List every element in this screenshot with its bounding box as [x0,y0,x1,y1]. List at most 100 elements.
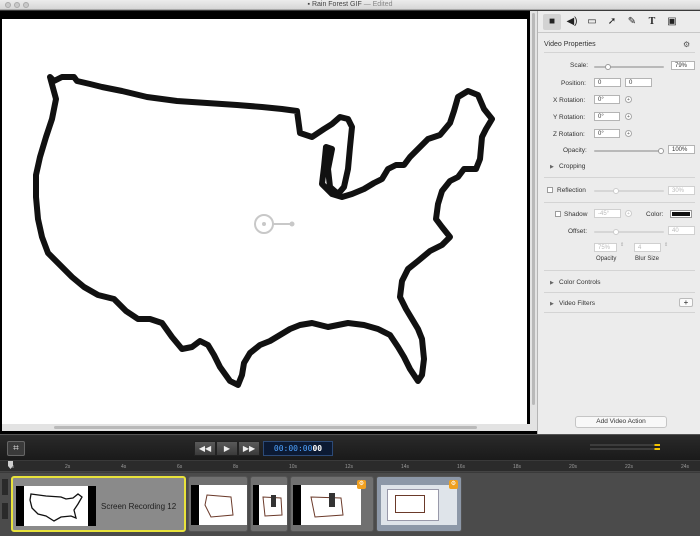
clip-screen-recording[interactable]: Screen Recording 12 [11,476,186,532]
shadow-opacity-stepper-icon[interactable]: ⇕ [620,242,624,248]
offset-slider-knob[interactable] [613,229,619,235]
media-tab-icon[interactable]: ▣ [663,14,681,30]
video-canvas[interactable] [2,19,527,424]
opacity-slider-knob[interactable] [658,148,664,154]
y-rotation-stepper[interactable]: + [625,113,632,120]
ruler-tick: 16s [457,464,466,470]
scale-slider-knob[interactable] [605,64,611,70]
cropping-disclosure-icon[interactable]: ▶ [550,164,554,170]
transport-bar: ⌗ ◀◀ ▶ ▶▶ 00:00:0000 [0,434,700,460]
window-title: ▪ Rain Forest GIF — Edited [0,1,700,8]
clip-5[interactable]: ⚙ [376,476,462,532]
canvas-area [0,11,537,434]
reflection-checkbox[interactable] [547,187,553,193]
color-controls-disclosure-icon[interactable]: ▶ [550,280,554,286]
ruler-tick: 10s [289,464,298,470]
position-label: Position: [561,80,586,87]
timeline-ruler[interactable]: 0s2s4s6s8s10s12s14s16s18s20s22s24s [0,461,700,472]
ruler-tick: 22s [625,464,634,470]
ruler-tick: 8s [233,464,239,470]
x-rotation-field[interactable]: 0° [594,95,620,104]
shadow-opacity-field[interactable]: 75% [594,243,617,252]
track-lock-icon[interactable] [2,479,8,495]
reflection-label: Reflection [557,187,586,194]
cropping-label[interactable]: Cropping [559,163,585,170]
video-filters-disclosure-icon[interactable]: ▶ [550,301,554,307]
clip-label: Screen Recording 12 [101,502,177,511]
gear-icon[interactable]: ⚙ [683,40,690,49]
offset-slider[interactable] [594,231,664,233]
clip-3-thumbnail [253,485,287,525]
z-rotation-stepper[interactable]: + [625,130,632,137]
position-y-field[interactable]: 0 [625,78,652,87]
clip-3[interactable] [250,476,288,532]
y-rotation-field[interactable]: 0° [594,112,620,121]
reflection-slider[interactable] [594,190,664,192]
position-x-field[interactable]: 0 [594,78,621,87]
ruler-tick: 12s [345,464,354,470]
add-video-action-button[interactable]: Add Video Action [575,416,667,428]
canvas-vertical-scrollbar[interactable] [530,11,537,431]
opacity-label: Opacity: [563,147,587,154]
reflection-field[interactable]: 30% [668,186,695,195]
timeline-track: Screen Recording 12 ⚙ ⚙ [0,473,700,536]
transition-badge-2-icon: ⚙ [449,480,458,489]
usa-map-drawing [33,74,495,388]
shadow-blur-caption: Blur Size [635,256,660,262]
rewind-button[interactable]: ◀◀ [194,441,216,456]
clip-5-thumbnail [381,485,457,525]
text-tab-icon[interactable]: T [643,14,661,30]
ruler-tick: 20s [569,464,578,470]
shadow-color-label: Color: [646,211,664,218]
horizontal-scroll-thumb[interactable] [54,426,477,429]
shadow-color-well[interactable] [670,210,692,218]
ruler-tick: 2s [65,464,71,470]
screen-tab-icon[interactable]: ▭ [583,14,601,30]
clip-4-thumbnail [293,485,361,525]
audio-tab-icon[interactable]: ◀) [563,14,581,30]
y-rotation-label: Y Rotation: [553,114,586,121]
track-visibility-icon[interactable] [2,503,8,519]
z-rotation-label: Z Rotation: [553,131,585,138]
shadow-label: Shadow [564,211,588,218]
z-rotation-field[interactable]: 0° [594,129,620,138]
timecode-main: 00:00:00 [273,444,313,453]
shadow-angle-field[interactable]: -45° [594,209,621,218]
opacity-slider[interactable] [594,150,664,152]
add-filter-button[interactable]: + [679,298,693,307]
shadow-angle-stepper[interactable]: + [625,210,632,217]
scale-field[interactable]: 79% [671,61,695,70]
playhead-icon[interactable] [8,461,13,471]
shadow-checkbox[interactable] [555,211,561,217]
clip-2-thumbnail [191,485,247,525]
ruler-tick: 18s [513,464,522,470]
vertical-scroll-thumb[interactable] [532,13,535,405]
ruler-tick: 24s [681,464,690,470]
video-filters-label[interactable]: Video Filters [559,300,595,307]
ruler-tick: 6s [177,464,183,470]
video-properties-tab-icon[interactable]: ■ [543,13,561,30]
crop-icon[interactable]: ⌗ [7,441,25,456]
reflection-slider-knob[interactable] [613,188,619,194]
clip-thumbnail [16,486,96,526]
cursor-tab-icon[interactable]: ➚ [603,14,621,30]
clip-4[interactable]: ⚙ [290,476,374,532]
shadow-opacity-caption: Opacity [596,256,617,262]
clip-2[interactable] [188,476,248,532]
timecode-frames: 00 [312,444,323,453]
offset-field[interactable]: 40 [668,226,695,235]
transition-badge-icon: ⚙ [357,480,366,489]
scale-label: Scale: [570,62,589,69]
shadow-blur-field[interactable]: 4 [634,243,661,252]
play-button[interactable]: ▶ [216,441,238,456]
audio-level-meter [590,444,660,453]
ruler-tick: 14s [401,464,410,470]
color-controls-label[interactable]: Color Controls [559,279,601,286]
x-rotation-stepper[interactable]: + [625,96,632,103]
opacity-field[interactable]: 100% [668,145,695,154]
fast-forward-button[interactable]: ▶▶ [238,441,260,456]
annotation-tab-icon[interactable]: ✎ [623,14,641,30]
edited-indicator: — Edited [363,1,393,8]
canvas-horizontal-scrollbar[interactable] [2,424,530,431]
shadow-blur-stepper-icon[interactable]: ⇕ [664,242,668,248]
